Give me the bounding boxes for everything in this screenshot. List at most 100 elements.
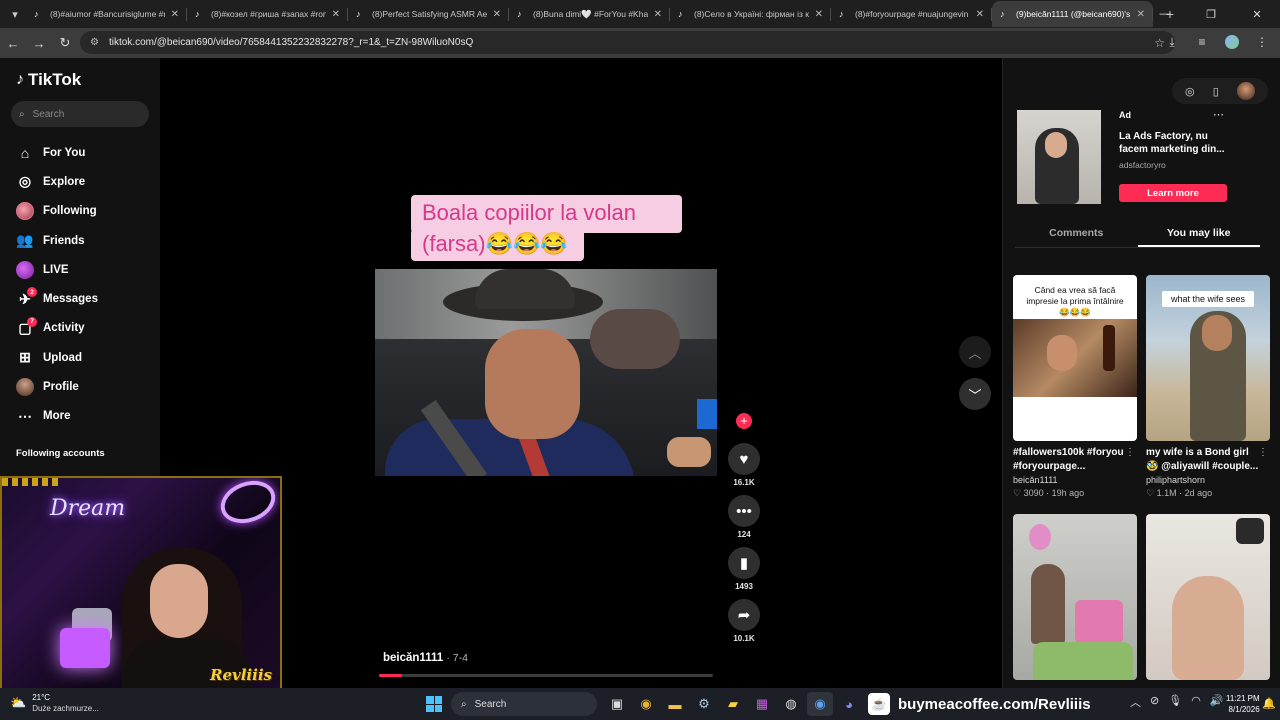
minimize-icon[interactable]: — — [1142, 8, 1188, 20]
tab-close-icon[interactable]: ✕ — [976, 9, 984, 20]
reading-list-icon[interactable]: ≡ — [1192, 31, 1212, 53]
network-off-icon[interactable]: ⊘ — [1150, 694, 1159, 710]
microphone-icon[interactable]: 🎙 — [1168, 694, 1182, 710]
follow-plus-button[interactable]: + — [736, 413, 752, 429]
share-action[interactable]: ➦ 10.1K — [727, 599, 761, 643]
task-view-icon[interactable]: ▣ — [604, 692, 630, 716]
restore-icon[interactable]: ❐ — [1188, 8, 1234, 21]
taskbar-search[interactable]: ⌕ Search — [451, 692, 597, 716]
profile-avatar[interactable] — [1222, 31, 1242, 53]
recommended-card[interactable]: what the wife sees ⋮ my wife is a Bond g… — [1146, 275, 1270, 499]
recommended-card[interactable] — [1013, 514, 1137, 680]
tab-you-may-like[interactable]: You may like — [1137, 220, 1260, 247]
browser-tab[interactable]: ♪ (8)Perfect Satisfying ASMR Aes ✕ — [348, 1, 509, 27]
browser-tab[interactable]: ♪ (8)#козел #гриша #запах #rom ✕ — [187, 1, 348, 27]
next-video-chevron-down-icon[interactable]: ﹀ — [959, 378, 991, 410]
previous-video-chevron-up-icon[interactable]: ︿ — [959, 336, 991, 368]
file-explorer-icon[interactable]: ▬ — [662, 692, 688, 716]
reload-icon[interactable]: ↻ — [52, 35, 78, 51]
sidebar-item-following[interactable]: Following — [0, 197, 160, 226]
menu-kebab-icon[interactable]: ⋮ — [1252, 31, 1272, 53]
share-icon[interactable]: ➦ — [728, 599, 760, 631]
recommended-card[interactable]: Când ea vrea să facă impresie la prima î… — [1013, 275, 1137, 499]
forward-icon[interactable]: → — [26, 36, 52, 51]
sponsored-ad[interactable]: Ad ⋯ La Ads Factory, nu facem marketing … — [1015, 108, 1235, 208]
card-thumbnail[interactable] — [1013, 514, 1137, 680]
video-player[interactable] — [375, 269, 717, 476]
card-meta: ♡ 3090 · 19h ago — [1013, 488, 1085, 498]
learn-more-button[interactable]: Learn more — [1119, 184, 1227, 202]
promo-url: buymeacoffee.com/Revliiis — [898, 695, 1091, 713]
tab-close-icon[interactable]: ✕ — [493, 9, 501, 20]
chevron-up-icon[interactable]: ︿ — [1130, 694, 1141, 710]
compass-icon[interactable]: ◎ — [1185, 85, 1195, 98]
chrome-active-icon[interactable]: ◉ — [807, 692, 833, 716]
sidebar-item-for-you[interactable]: ⌂ For You — [0, 138, 160, 167]
save-action[interactable]: ▮ 1493 — [727, 547, 761, 591]
wifi-icon[interactable]: ◠ — [1191, 694, 1201, 710]
card-thumbnail[interactable]: Când ea vrea să facă impresie la prima î… — [1013, 275, 1137, 441]
download-icon[interactable]: ⤓ — [1162, 31, 1182, 53]
sticky-notes-icon[interactable]: ▰ — [720, 692, 746, 716]
card-title[interactable]: #fallowers100k #foryou #foryourpage... — [1013, 446, 1127, 474]
ad-thumbnail[interactable] — [1017, 110, 1101, 204]
discord-icon[interactable]: ◕ — [836, 692, 862, 716]
tab-close-icon[interactable]: ✕ — [332, 9, 340, 20]
sidebar-item-more[interactable]: ⋯ More — [0, 402, 160, 431]
tab-close-icon[interactable]: ✕ — [171, 9, 179, 20]
browser-tab[interactable]: ♪ (8)Село в Україні: фірман із ко ✕ — [670, 1, 831, 27]
app-grid-icon[interactable]: ▦ — [749, 692, 775, 716]
card-title[interactable]: my wife is a Bond girl 🥸 @aliyawill #cou… — [1146, 446, 1260, 474]
tab-close-icon[interactable]: ✕ — [654, 9, 662, 20]
browser-tab[interactable]: ♪ (8)Buna dimi🤍 #ForYou #Khal ✕ — [509, 1, 670, 27]
tab-search-icon[interactable]: ▾ — [4, 3, 26, 25]
driver-face — [485, 329, 580, 439]
heart-icon[interactable]: ♥ — [728, 443, 760, 475]
weather-widget[interactable]: ⛅ 21°C Duże zachmurze... — [10, 692, 99, 714]
ad-more-icon[interactable]: ⋯ — [1213, 108, 1224, 121]
recommended-card[interactable] — [1146, 514, 1270, 680]
sidebar-item-profile[interactable]: Profile — [0, 372, 160, 401]
ad-title[interactable]: La Ads Factory, nu facem marketing din..… — [1119, 130, 1231, 156]
card-more-icon[interactable]: ⋮ — [1125, 447, 1135, 458]
sidebar-item-activity[interactable]: ▢ 7 Activity — [0, 314, 160, 343]
obs-icon[interactable]: ◍ — [778, 692, 804, 716]
bookmark-icon[interactable]: ▮ — [728, 547, 760, 579]
speaker-icon[interactable]: 🔊 — [1210, 694, 1224, 710]
video-progress-bar[interactable] — [379, 674, 713, 677]
settings-gear-icon[interactable]: ⚙ — [691, 692, 717, 716]
card-more-icon[interactable]: ⋮ — [1258, 447, 1268, 458]
device-icon[interactable]: ▯ — [1213, 85, 1219, 98]
sidebar-item-friends[interactable]: 👥 Friends — [0, 226, 160, 255]
site-info-icon[interactable]: ⚙ — [90, 37, 99, 48]
video-author-line[interactable]: beicăn1111 · 7-4 — [383, 652, 468, 664]
tab-comments[interactable]: Comments — [1015, 220, 1138, 247]
card-author[interactable]: philiphartshorn — [1146, 475, 1270, 485]
browser-tab[interactable]: ♪ (8)#foryourpage #nuajungevin ✕ — [831, 1, 992, 27]
sidebar-item-live[interactable]: LIVE — [0, 255, 160, 284]
tab-close-icon[interactable]: ✕ — [815, 9, 823, 20]
notification-bell-icon[interactable]: 🔔 — [1262, 697, 1276, 710]
card-thumbnail[interactable] — [1146, 514, 1270, 680]
chrome-icon[interactable]: ◉ — [633, 692, 659, 716]
search-input[interactable]: ⌕ Search — [11, 101, 149, 127]
clock[interactable]: 11:21 PM 8/1/2026 — [1226, 693, 1260, 715]
user-avatar[interactable] — [1236, 82, 1255, 100]
back-icon[interactable]: ← — [0, 36, 26, 51]
video-author[interactable]: beicăn1111 — [383, 652, 443, 664]
like-action[interactable]: ♥ 16.1K — [727, 443, 761, 487]
browser-tab[interactable]: ♪ (9)beicăn1111 (@beican690)'s ✕ — [992, 1, 1153, 27]
browser-tab[interactable]: ♪ (8)#aiumor #Bancurisiglume #r ✕ — [26, 1, 187, 27]
windows-start-icon[interactable] — [426, 696, 442, 712]
sidebar-item-messages[interactable]: ✈ 2 Messages — [0, 284, 160, 313]
url-field[interactable]: ⚙ tiktok.com/@beican690/video/7658441352… — [80, 31, 1175, 54]
comment-action[interactable]: ••• 124 — [727, 495, 761, 539]
tiktok-logo[interactable]: ♪ TikTok — [16, 70, 81, 90]
sidebar-item-explore[interactable]: ◎ Explore — [0, 167, 160, 196]
card-author[interactable]: beicăn1111 — [1013, 475, 1137, 485]
card-thumbnail[interactable]: what the wife sees — [1146, 275, 1270, 441]
comment-icon[interactable]: ••• — [728, 495, 760, 527]
close-window-icon[interactable]: ✕ — [1234, 8, 1280, 21]
sidebar-item-upload[interactable]: ⊞ Upload — [0, 343, 160, 372]
search-icon: ⌕ — [461, 698, 467, 710]
